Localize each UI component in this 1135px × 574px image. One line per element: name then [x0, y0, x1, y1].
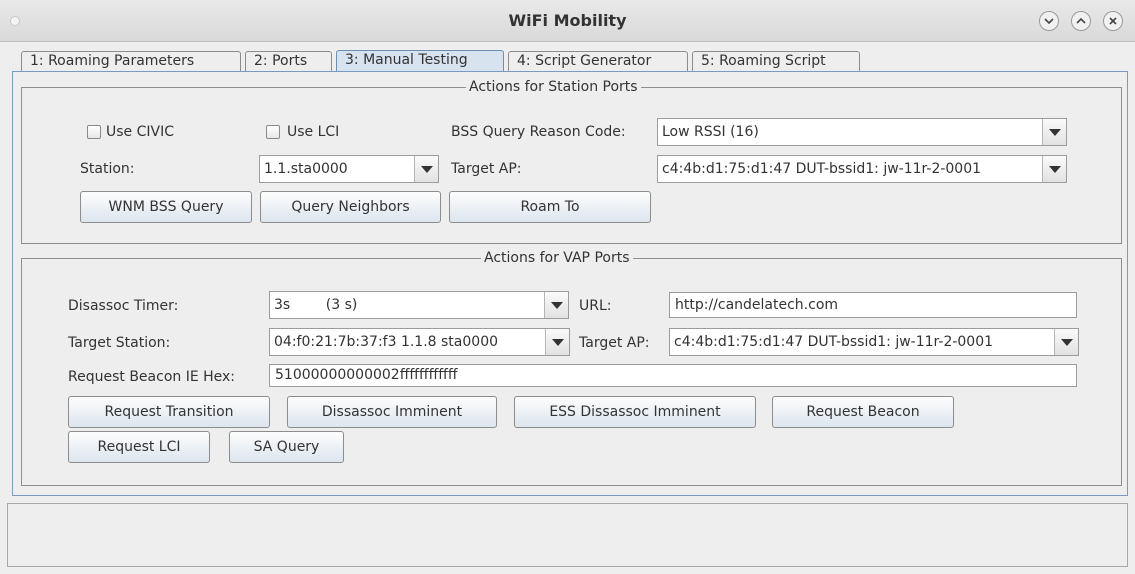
station-value: 1.1.sta0000 [264, 161, 348, 177]
ess-dissassoc-imminent-button[interactable]: ESS Dissassoc Imminent [514, 396, 756, 428]
bss-reason-value: Low RSSI (16) [662, 124, 759, 140]
close-button[interactable] [1103, 11, 1123, 31]
vap-target-ap-select[interactable]: c4:4b:d1:75:d1:47 DUT-bssid1: jw-11r-2-0… [669, 328, 1079, 356]
disassoc-timer-select[interactable]: 3s (3 s) [269, 291, 569, 319]
wnm-bss-query-button[interactable]: WNM BSS Query [80, 191, 252, 223]
dissassoc-imminent-button[interactable]: Dissassoc Imminent [287, 396, 497, 428]
tab-label: 2: Ports [254, 53, 308, 69]
url-label: URL: [579, 298, 612, 314]
tab-label: 1: Roaming Parameters [30, 53, 195, 69]
tab-manual-testing[interactable]: 3: Manual Testing [336, 50, 504, 72]
use-civic-checkbox[interactable] [87, 125, 101, 139]
chevron-down-icon[interactable] [1042, 119, 1066, 145]
tab-ports[interactable]: 2: Ports [245, 51, 332, 72]
station-target-ap-select[interactable]: c4:4b:d1:75:d1:47 DUT-bssid1: jw-11r-2-0… [657, 155, 1067, 183]
chevron-up-icon [1076, 17, 1086, 24]
station-select[interactable]: 1.1.sta0000 [259, 155, 439, 183]
use-lci-checkbox[interactable] [266, 125, 280, 139]
tab-roaming-script[interactable]: 5: Roaming Script [692, 51, 860, 72]
station-section-title: Actions for Station Ports [466, 78, 641, 96]
window-title: WiFi Mobility [508, 11, 627, 30]
tab-label: 3: Manual Testing [345, 52, 468, 68]
disassoc-timer-value: 3s (3 s) [274, 297, 358, 313]
beacon-ie-field[interactable]: 51000000000002ffffffffffff [269, 364, 1077, 387]
station-label: Station: [80, 161, 135, 177]
close-icon [1109, 17, 1117, 25]
tab-label: 5: Roaming Script [701, 53, 826, 69]
target-station-label: Target Station: [68, 335, 171, 351]
vap-target-ap-label: Target AP: [579, 335, 650, 351]
tab-label: 4: Script Generator [517, 53, 652, 69]
url-field[interactable]: http://candelatech.com [669, 292, 1077, 318]
chevron-down-icon[interactable] [414, 156, 438, 182]
disassoc-timer-label: Disassoc Timer: [68, 298, 179, 314]
output-area[interactable] [7, 503, 1128, 567]
request-lci-button[interactable]: Request LCI [68, 431, 210, 463]
target-ap-label: Target AP: [451, 161, 522, 177]
roam-to-button[interactable]: Roam To [449, 191, 651, 223]
chevron-down-icon [1044, 18, 1054, 25]
use-civic-label: Use CIVIC [106, 124, 174, 140]
maximize-button[interactable] [1071, 11, 1091, 31]
chevron-down-icon[interactable] [545, 329, 569, 355]
minimize-button[interactable] [1039, 11, 1059, 31]
request-beacon-button[interactable]: Request Beacon [772, 396, 954, 428]
vap-target-ap-value: c4:4b:d1:75:d1:47 DUT-bssid1: jw-11r-2-0… [674, 334, 994, 350]
bss-reason-label: BSS Query Reason Code: [451, 124, 626, 140]
query-neighbors-button[interactable]: Query Neighbors [260, 191, 441, 223]
tab-roaming-parameters[interactable]: 1: Roaming Parameters [21, 51, 241, 72]
target-station-value: 04:f0:21:7b:37:f3 1.1.8 sta0000 [274, 334, 499, 350]
use-lci-label: Use LCI [287, 124, 340, 140]
bss-reason-select[interactable]: Low RSSI (16) [657, 118, 1067, 146]
tab-script-generator[interactable]: 4: Script Generator [508, 51, 688, 72]
vap-section-title: Actions for VAP Ports [481, 249, 633, 267]
chevron-down-icon[interactable] [544, 292, 568, 318]
sa-query-button[interactable]: SA Query [229, 431, 344, 463]
request-transition-button[interactable]: Request Transition [68, 396, 270, 428]
target-station-select[interactable]: 04:f0:21:7b:37:f3 1.1.8 sta0000 [269, 328, 570, 356]
chevron-down-icon[interactable] [1042, 156, 1066, 182]
chevron-down-icon[interactable] [1054, 329, 1078, 355]
station-target-ap-value: c4:4b:d1:75:d1:47 DUT-bssid1: jw-11r-2-0… [662, 161, 982, 177]
beacon-ie-label: Request Beacon IE Hex: [68, 369, 236, 385]
